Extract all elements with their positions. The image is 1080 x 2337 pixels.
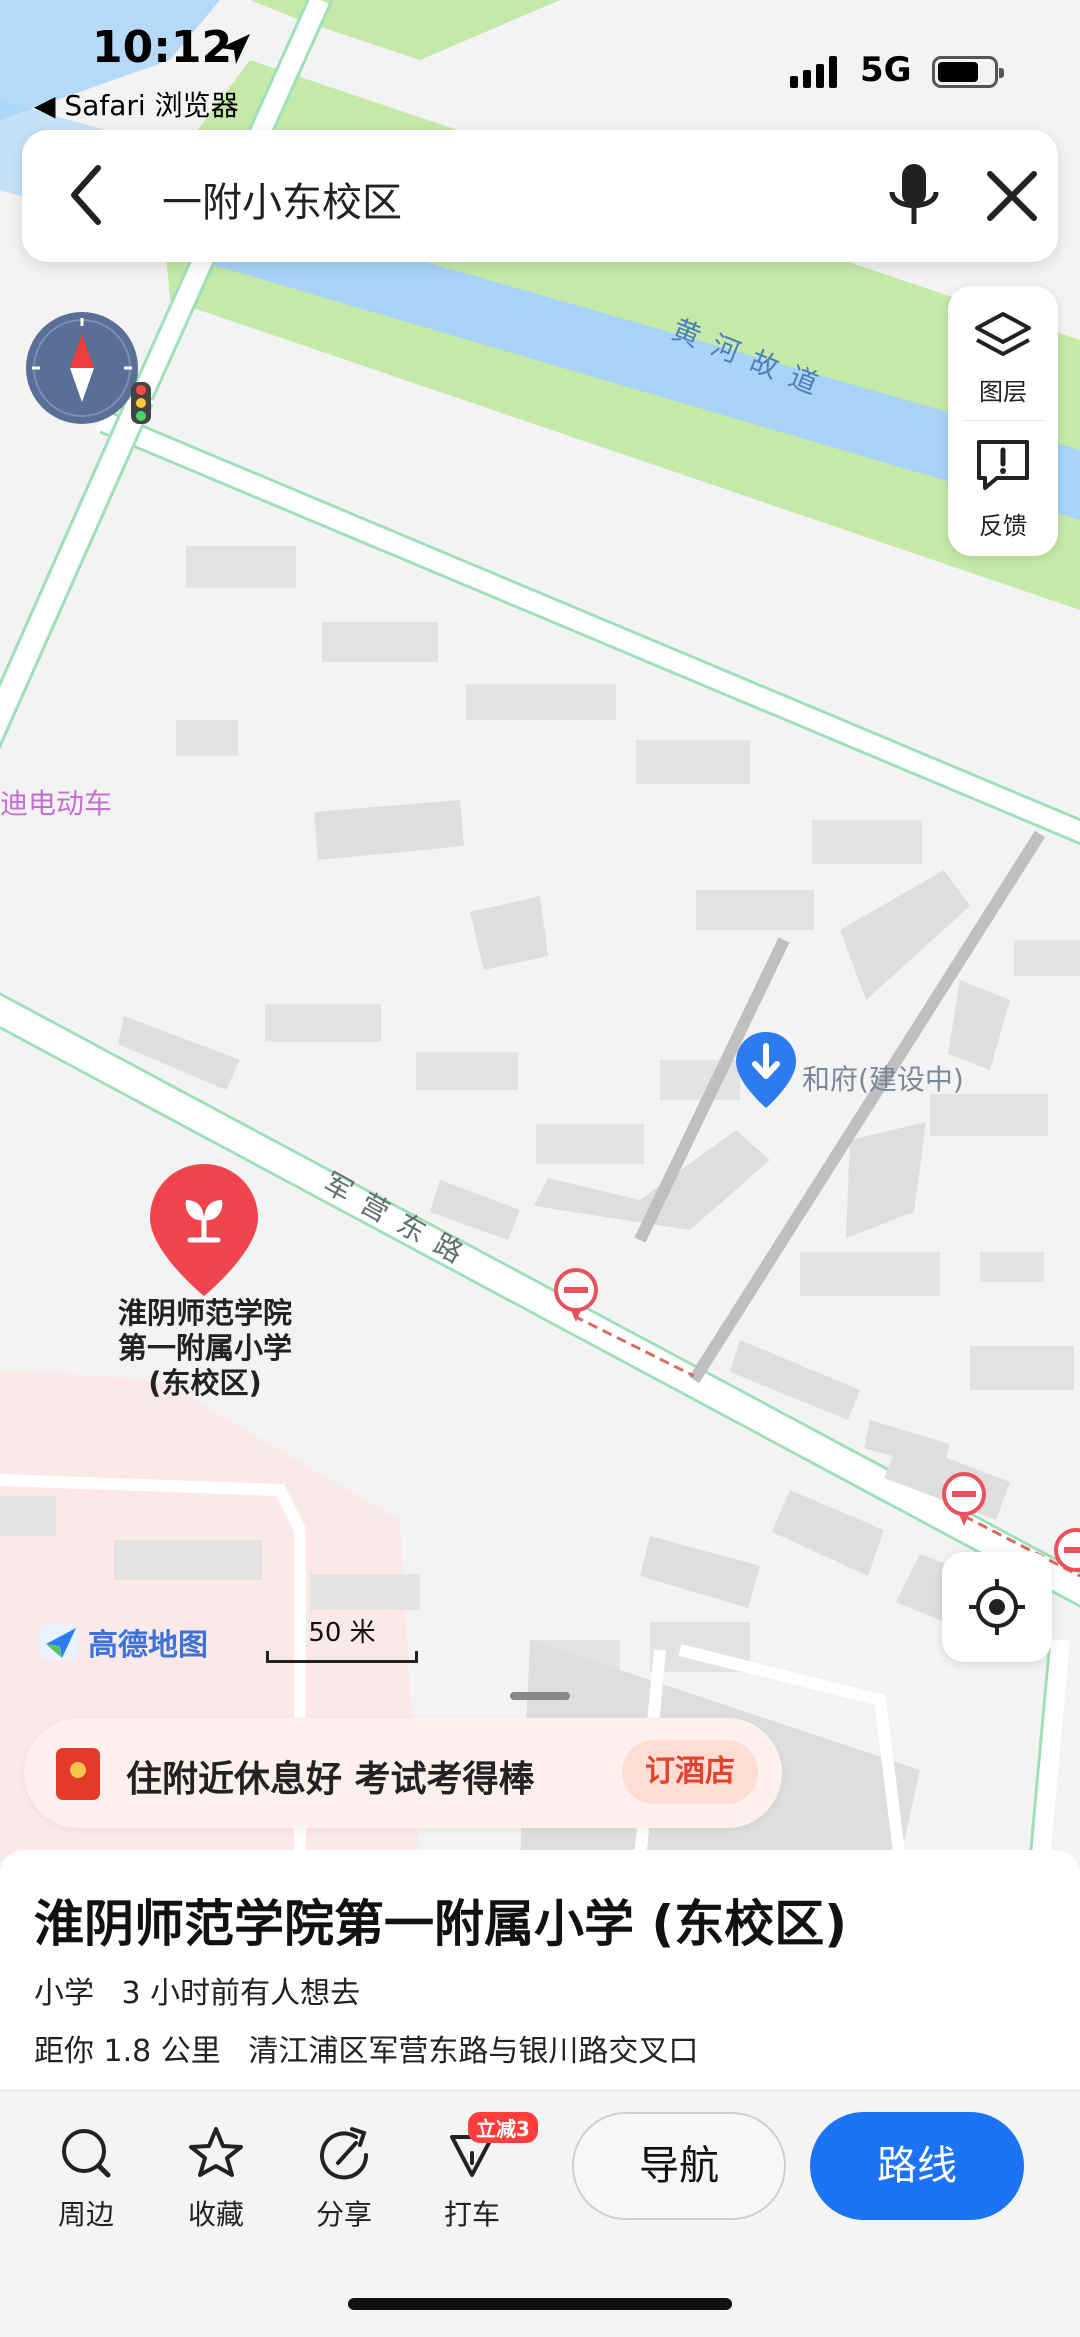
red-envelope-icon	[56, 1748, 100, 1800]
star-icon	[189, 2127, 243, 2177]
search-bar[interactable]: 一附小东校区	[22, 130, 1058, 262]
place-address: 清江浦区军营东路与银川路交叉口	[248, 2034, 699, 2069]
locate-button[interactable]	[942, 1552, 1052, 1662]
place-address-line: 距你 1.8 公里 清江浦区军营东路与银川路交叉口	[34, 2026, 716, 2070]
feedback-button[interactable]: 反馈	[948, 420, 1058, 554]
sheet-drag-handle[interactable]	[510, 1692, 570, 1700]
search-icon	[62, 2129, 111, 2178]
network-type: 5G	[860, 50, 912, 90]
compass-button[interactable]	[26, 312, 138, 424]
amap-logo-text: 高德地图	[88, 1628, 208, 1663]
feedback-label: 反馈	[979, 512, 1027, 540]
map-view[interactable]: 黄河故道 军营东路 迪电动车 和府(建设中) 淮阴师范学院 第一附属小学 (东校…	[0, 0, 1080, 1860]
favorite-label: 收藏	[187, 2198, 244, 2231]
no-entry-icon	[942, 1472, 986, 1526]
poi-pin-icon[interactable]	[734, 1030, 798, 1112]
hotel-promo-banner[interactable]: 住附近休息好 考试考得棒 订酒店	[24, 1718, 782, 1828]
nearby-button[interactable]: 周边	[36, 2117, 136, 2231]
crosshair-icon	[969, 1579, 1025, 1635]
share-icon	[320, 2127, 369, 2180]
school-pin-icon[interactable]	[146, 1160, 262, 1300]
scale-text: 50 米	[308, 1618, 376, 1648]
taxi-discount-badge: 立减3	[468, 2112, 538, 2143]
place-detail-sheet[interactable]: 淮阴师范学院第一附属小学 (东校区) 小学 3 小时前有人想去 距你 1.8 公…	[0, 1850, 1080, 2090]
amap-logo-icon	[40, 1624, 78, 1660]
place-title: 淮阴师范学院第一附属小学 (东校区)	[34, 1895, 848, 1953]
map-canvas	[0, 0, 1080, 1860]
feedback-icon	[977, 440, 1029, 490]
favorite-button[interactable]: 收藏	[166, 2117, 266, 2231]
home-indicator[interactable]	[348, 2298, 732, 2310]
search-query[interactable]: 一附小东校区	[162, 170, 402, 228]
no-entry-icon	[1054, 1528, 1080, 1572]
school-pin-label[interactable]: 淮阴师范学院 第一附属小学 (东校区)	[70, 1296, 340, 1401]
amap-logo: 高德地图	[40, 1620, 208, 1664]
poi-label[interactable]: 和府(建设中)	[802, 1058, 964, 1098]
back-chevron-icon[interactable]	[66, 164, 106, 226]
back-to-safari[interactable]: ◀ Safari 浏览器	[34, 84, 239, 124]
signal-icon	[790, 56, 837, 88]
promo-text: 住附近休息好 考试考得棒	[126, 1759, 535, 1800]
nearby-label: 周边	[57, 2198, 114, 2231]
scale-bar	[266, 1651, 418, 1663]
school-pin-label-text: 淮阴师范学院 第一附属小学 (东校区)	[117, 1296, 292, 1400]
map-scale: 50 米	[266, 1612, 418, 1663]
no-entry-icon	[554, 1268, 598, 1322]
microphone-icon[interactable]	[886, 162, 942, 230]
location-arrow-icon	[220, 34, 250, 64]
close-icon[interactable]	[984, 168, 1040, 224]
status-time: 10:12	[92, 22, 233, 73]
share-button[interactable]: 分享	[294, 2117, 394, 2231]
share-label: 分享	[315, 2198, 372, 2231]
route-button[interactable]: 路线	[810, 2112, 1024, 2220]
layers-label: 图层	[979, 378, 1027, 406]
map-tools-panel: 图层 反馈	[948, 286, 1058, 556]
place-distance: 距你 1.8 公里	[34, 2034, 221, 2069]
layers-icon	[975, 312, 1031, 356]
navigate-button[interactable]: 导航	[572, 2112, 786, 2220]
place-meta: 小学 3 小时前有人想去	[34, 1968, 378, 2012]
taxi-label: 打车	[443, 2198, 500, 2231]
shop-label[interactable]: 迪电动车	[0, 782, 112, 822]
traffic-light-icon[interactable]	[131, 382, 151, 424]
place-category: 小学	[34, 1976, 94, 2011]
battery-icon	[932, 56, 1004, 88]
place-activity: 3 小时前有人想去	[121, 1976, 361, 2011]
book-hotel-button[interactable]: 订酒店	[622, 1740, 758, 1804]
layers-button[interactable]: 图层	[948, 286, 1058, 420]
compass-icon	[32, 318, 132, 417]
